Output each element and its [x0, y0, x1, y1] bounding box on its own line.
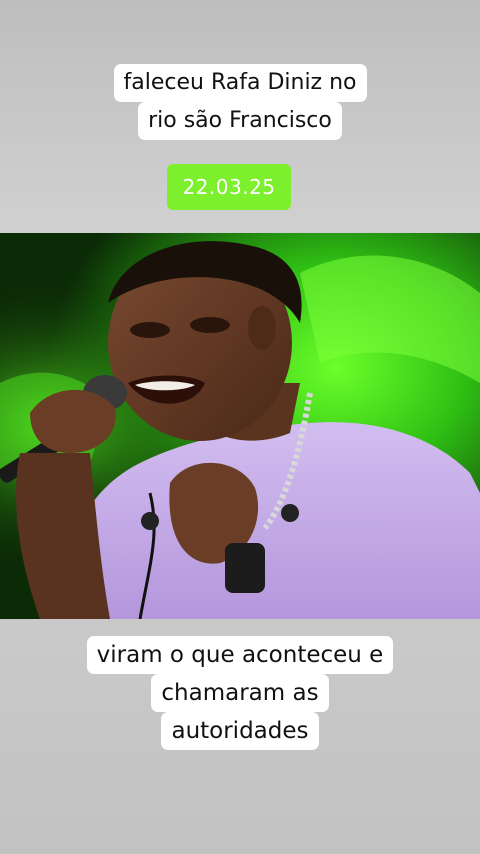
singer-photo-icon	[0, 233, 480, 619]
bottom-caption: viram o que aconteceu e chamaram as auto…	[0, 636, 480, 750]
singer-photo	[0, 233, 480, 619]
top-caption-line-1: faleceu Rafa Diniz no	[113, 64, 367, 102]
date-badge: 22.03.25	[167, 164, 291, 210]
bottom-caption-line-3: autoridades	[161, 712, 319, 750]
bottom-caption-line-1: viram o que aconteceu e	[86, 636, 394, 674]
top-caption: faleceu Rafa Diniz no rio são Francisco	[0, 64, 480, 140]
video-frame: faleceu Rafa Diniz no rio são Francisco …	[0, 0, 480, 854]
bottom-caption-line-2: chamaram as	[151, 674, 329, 712]
top-caption-line-2: rio são Francisco	[138, 102, 342, 140]
